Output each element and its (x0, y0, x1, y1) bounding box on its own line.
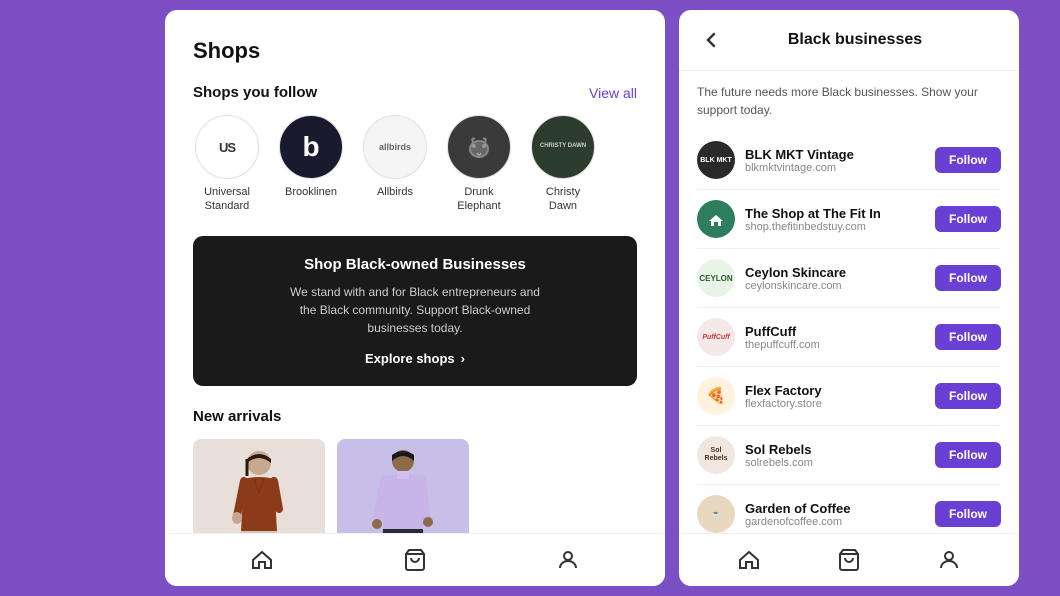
right-subtitle: The future needs more Black businesses. … (679, 71, 1019, 131)
bag-nav-icon[interactable] (401, 546, 429, 574)
right-panel-title: Black businesses (737, 31, 973, 49)
shop-item-allbirds[interactable]: allbirds Allbirds (361, 115, 429, 214)
left-content: Shops Shops you follow View all US Unive… (165, 10, 665, 533)
shops-section-header: Shops you follow View all (193, 84, 637, 101)
business-name-fit-in: The Shop at The Fit In (745, 206, 935, 221)
page-title: Shops (193, 38, 637, 64)
business-url-ceylon: ceylonskincare.com (745, 280, 935, 292)
business-name-blk-mkt: BLK MKT Vintage (745, 147, 935, 162)
business-logo-puffcuff: PuffCuff (697, 318, 735, 356)
business-item-ceylon: CEYLON Ceylon Skincare ceylonskincare.co… (697, 249, 1001, 308)
shop-item-universal-standard[interactable]: US UniversalStandard (193, 115, 261, 214)
follow-button-blk-mkt[interactable]: Follow (935, 147, 1001, 173)
shop-label-universal-standard: UniversalStandard (204, 185, 250, 214)
business-info-fit-in: The Shop at The Fit In shop.thefitinbeds… (745, 206, 935, 233)
shop-label-drunk-elephant: DrunkElephant (457, 185, 500, 214)
explore-shops-link[interactable]: Explore shops › (215, 351, 615, 366)
shop-logo-universal-standard: US (195, 115, 259, 179)
shop-item-christy-dawn[interactable]: CHRISTY DAWN ChristyDawn (529, 115, 597, 214)
right-home-nav-icon[interactable] (735, 546, 763, 574)
shops-you-follow-label: Shops you follow (193, 84, 317, 101)
business-info-sol-rebels: Sol Rebels solrebels.com (745, 442, 935, 469)
black-owned-banner: Shop Black-owned Businesses We stand wit… (193, 236, 637, 386)
business-info-puffcuff: PuffCuff thepuffcuff.com (745, 324, 935, 351)
right-bag-nav-icon[interactable] (835, 546, 863, 574)
left-bottom-nav (165, 533, 665, 586)
shops-follow-row: US UniversalStandard b Brooklinen allbir… (193, 115, 637, 214)
business-url-blk-mkt: blkmktvintage.com (745, 162, 935, 174)
shop-logo-allbirds: allbirds (363, 115, 427, 179)
business-name-ceylon: Ceylon Skincare (745, 265, 935, 280)
business-info-ceylon: Ceylon Skincare ceylonskincare.com (745, 265, 935, 292)
left-panel: Shops Shops you follow View all US Unive… (165, 10, 665, 586)
shop-item-drunk-elephant[interactable]: DrunkElephant (445, 115, 513, 214)
follow-button-sol-rebels[interactable]: Follow (935, 442, 1001, 468)
shop-logo-drunk-elephant (447, 115, 511, 179)
business-url-puffcuff: thepuffcuff.com (745, 339, 935, 351)
business-item-fit-in: The Shop at The Fit In shop.thefitinbeds… (697, 190, 1001, 249)
right-profile-nav-icon[interactable] (935, 546, 963, 574)
back-button[interactable] (697, 26, 725, 54)
home-nav-icon[interactable] (248, 546, 276, 574)
right-bottom-nav (679, 533, 1019, 586)
business-logo-fit-in (697, 200, 735, 238)
business-url-fit-in: shop.thefitinbedstuy.com (745, 221, 935, 233)
business-name-flex-factory: Flex Factory (745, 383, 935, 398)
banner-title: Shop Black-owned Businesses (215, 256, 615, 273)
business-url-flex-factory: flexfactory.store (745, 398, 935, 410)
follow-button-flex-factory[interactable]: Follow (935, 383, 1001, 409)
business-info-flex-factory: Flex Factory flexfactory.store (745, 383, 935, 410)
banner-body: We stand with and for Black entrepreneur… (215, 283, 615, 337)
business-info-blk-mkt: BLK MKT Vintage blkmktvintage.com (745, 147, 935, 174)
business-logo-blk-mkt: BLK MKT (697, 141, 735, 179)
business-item-sol-rebels: SolRebels Sol Rebels solrebels.com Follo… (697, 426, 1001, 485)
shop-logo-brooklinen: b (279, 115, 343, 179)
business-info-garden-coffee: Garden of Coffee gardenofcoffee.com (745, 501, 935, 528)
follow-button-ceylon[interactable]: Follow (935, 265, 1001, 291)
business-logo-flex-factory: 🍕 (697, 377, 735, 415)
right-header: Black businesses (679, 10, 1019, 71)
business-logo-sol-rebels: SolRebels (697, 436, 735, 474)
business-item-puffcuff: PuffCuff PuffCuff thepuffcuff.com Follow (697, 308, 1001, 367)
business-item-blk-mkt: BLK MKT BLK MKT Vintage blkmktvintage.co… (697, 131, 1001, 190)
profile-nav-icon[interactable] (554, 546, 582, 574)
shop-label-allbirds: Allbirds (377, 185, 413, 199)
product-card-1[interactable] (193, 439, 325, 533)
shop-label-christy-dawn: ChristyDawn (546, 185, 580, 214)
right-panel: Black businesses The future needs more B… (679, 10, 1019, 586)
business-name-garden-coffee: Garden of Coffee (745, 501, 935, 516)
business-name-sol-rebels: Sol Rebels (745, 442, 935, 457)
business-item-flex-factory: 🍕 Flex Factory flexfactory.store Follow (697, 367, 1001, 426)
business-logo-ceylon: CEYLON (697, 259, 735, 297)
business-url-garden-coffee: gardenofcoffee.com (745, 516, 935, 528)
businesses-list: BLK MKT BLK MKT Vintage blkmktvintage.co… (679, 131, 1019, 533)
business-url-sol-rebels: solrebels.com (745, 457, 935, 469)
business-item-garden-coffee: ☕ Garden of Coffee gardenofcoffee.com Fo… (697, 485, 1001, 533)
product-card-2[interactable] (337, 439, 469, 533)
business-logo-garden-coffee: ☕ (697, 495, 735, 533)
products-row (193, 439, 637, 533)
new-arrivals-title: New arrivals (193, 408, 637, 425)
business-name-puffcuff: PuffCuff (745, 324, 935, 339)
follow-button-fit-in[interactable]: Follow (935, 206, 1001, 232)
view-all-link[interactable]: View all (589, 85, 637, 101)
shop-logo-christy-dawn: CHRISTY DAWN (531, 115, 595, 179)
follow-button-puffcuff[interactable]: Follow (935, 324, 1001, 350)
follow-button-garden-coffee[interactable]: Follow (935, 501, 1001, 527)
shop-label-brooklinen: Brooklinen (285, 185, 337, 199)
shop-item-brooklinen[interactable]: b Brooklinen (277, 115, 345, 214)
